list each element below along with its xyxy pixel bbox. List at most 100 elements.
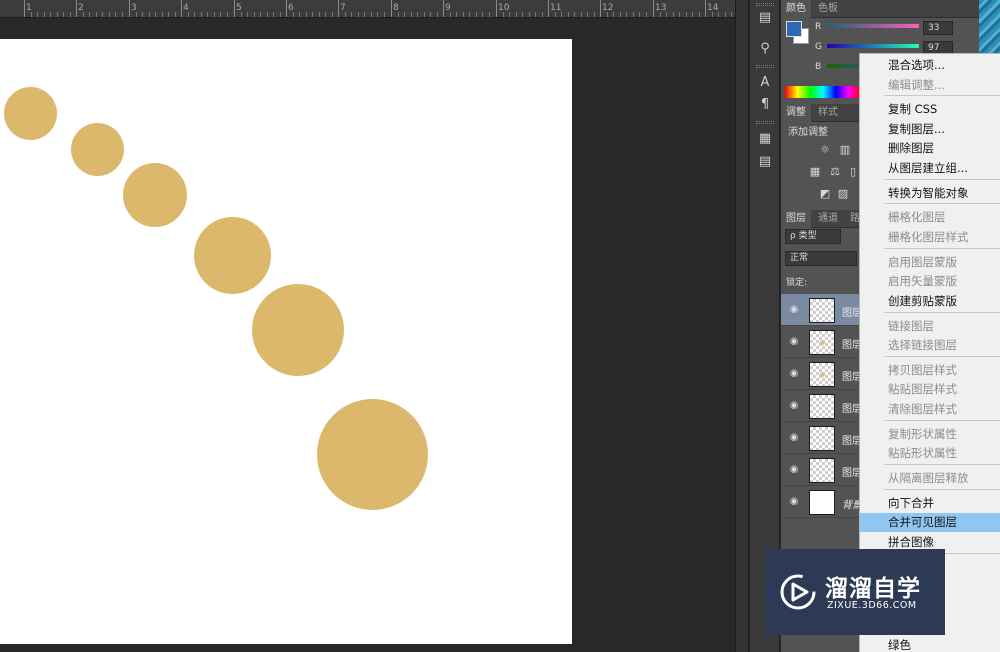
background-layer-row[interactable]: ◉ 背景	[781, 486, 862, 518]
layer-row[interactable]: ◉ 图层	[781, 454, 862, 486]
blend-mode-select[interactable]: 正常	[785, 251, 857, 266]
ruler-minor-tick	[306, 12, 307, 17]
hue-saturation-icon[interactable]: ▦	[809, 166, 821, 178]
tab-adjustments[interactable]: 调整	[781, 104, 811, 122]
menu-item[interactable]: 链接图层	[860, 317, 1000, 336]
menu-item[interactable]: 粘贴形状属性	[860, 444, 1000, 463]
menu-item[interactable]: 复制形状属性	[860, 425, 1000, 444]
layer-filter-select[interactable]: ρ 类型	[785, 229, 841, 244]
levels-icon[interactable]: ▥	[839, 144, 851, 156]
ruler-tick	[76, 0, 77, 17]
menu-item[interactable]: 创建剪贴蒙版	[860, 292, 1000, 311]
ruler-tick	[391, 0, 392, 17]
tab-color[interactable]: 颜色	[781, 0, 811, 18]
visibility-eye-icon[interactable]: ◉	[788, 336, 800, 348]
ruler-tick	[548, 0, 549, 17]
grip-handle[interactable]	[756, 121, 774, 124]
visibility-eye-icon[interactable]: ◉	[788, 304, 800, 316]
menu-item[interactable]: 选择链接图层	[860, 336, 1000, 355]
layer-thumbnail	[809, 426, 835, 451]
red-value-field[interactable]: 33	[923, 21, 953, 35]
layer-row[interactable]: ◉ 图层	[781, 294, 862, 326]
brush-presets-icon[interactable]: ▤	[756, 9, 774, 27]
menu-item[interactable]: 复制 CSS	[860, 100, 1000, 119]
ruler-minor-tick	[594, 12, 595, 17]
ruler-minor-tick	[89, 12, 90, 17]
visibility-eye-icon[interactable]: ◉	[788, 496, 800, 508]
menu-item[interactable]: 从图层建立组...	[860, 159, 1000, 178]
ruler-minor-tick	[247, 12, 248, 17]
menu-item[interactable]: 从隔离图层释放	[860, 469, 1000, 488]
layer-row[interactable]: ◉ 图层	[781, 390, 862, 422]
visibility-eye-icon[interactable]: ◉	[788, 368, 800, 380]
menu-item[interactable]: 删除图层	[860, 139, 1000, 158]
document-canvas[interactable]	[0, 39, 572, 644]
menu-item[interactable]: 复制图层...	[860, 120, 1000, 139]
ruler-tick	[181, 0, 182, 17]
ruler-minor-tick	[31, 12, 32, 17]
blue-channel-label: B	[815, 62, 822, 72]
ruler-minor-tick	[377, 12, 378, 17]
ruler-minor-tick	[122, 12, 123, 17]
menu-item[interactable]: 拷贝图层样式	[860, 361, 1000, 380]
tab-channels[interactable]: 通道	[813, 210, 843, 228]
ruler-minor-tick	[633, 12, 634, 17]
menu-item[interactable]: 清除图层样式	[860, 400, 1000, 419]
menu-item[interactable]: 向下合并	[860, 494, 1000, 513]
ruler-minor-tick	[351, 12, 352, 17]
layer-row[interactable]: ◉ 图层	[781, 422, 862, 454]
foreground-color-swatch[interactable]	[786, 21, 802, 37]
menu-item[interactable]: 栅格化图层	[860, 208, 1000, 227]
menu-item[interactable]: 编辑调整...	[860, 76, 1000, 95]
invert-icon[interactable]: ◩	[819, 188, 831, 200]
ruler-minor-tick	[712, 12, 713, 17]
ruler-minor-tick	[450, 12, 451, 17]
visibility-eye-icon[interactable]: ◉	[788, 464, 800, 476]
circle-shape-5[interactable]	[252, 284, 344, 376]
menu-item[interactable]: 转换为智能对象	[860, 184, 1000, 203]
ruler-minor-tick	[162, 12, 163, 17]
circle-shape-2[interactable]	[71, 123, 124, 176]
layer-row[interactable]: ◉ 图层	[781, 358, 862, 390]
paragraph-icon[interactable]: ¶	[756, 96, 774, 114]
menu-item[interactable]: 启用矢量蒙版	[860, 272, 1000, 291]
menu-item[interactable]: 合并可见图层	[860, 513, 1000, 532]
tab-styles[interactable]: 样式	[813, 104, 843, 122]
menu-item[interactable]: 启用图层蒙版	[860, 253, 1000, 272]
ruler-tick	[443, 0, 444, 17]
grip-handle[interactable]	[756, 3, 774, 6]
circle-shape-3[interactable]	[123, 163, 187, 227]
circle-shape-4[interactable]	[194, 217, 271, 294]
notes-icon[interactable]: ▤	[756, 153, 774, 171]
circle-shape-6[interactable]	[317, 399, 428, 510]
menu-item[interactable]: 粘贴图层样式	[860, 380, 1000, 399]
clone-source-icon[interactable]: ⚲	[756, 40, 774, 58]
visibility-eye-icon[interactable]: ◉	[788, 400, 800, 412]
properties-icon[interactable]: ▦	[756, 130, 774, 148]
ruler-minor-tick	[587, 12, 588, 17]
visibility-eye-icon[interactable]: ◉	[788, 432, 800, 444]
ruler-minor-tick	[70, 12, 71, 17]
layer-row[interactable]: ◉ 图层	[781, 326, 862, 358]
ruler-minor-tick	[686, 12, 687, 17]
red-slider[interactable]	[827, 24, 919, 28]
green-slider[interactable]	[827, 44, 919, 48]
character-icon[interactable]: A	[756, 74, 774, 92]
color-spectrum-bar[interactable]	[785, 86, 861, 98]
menu-separator	[884, 203, 1000, 204]
menu-item[interactable]: 栅格化图层样式	[860, 228, 1000, 247]
black-white-icon[interactable]: ▯	[847, 166, 859, 178]
panel-divider[interactable]	[735, 0, 749, 652]
circle-shape-1[interactable]	[4, 87, 57, 140]
menu-item[interactable]: 绿色	[860, 636, 1000, 652]
tab-layers[interactable]: 图层	[781, 210, 811, 228]
gradient-map-icon[interactable]: ▨	[837, 188, 849, 200]
menu-separator	[884, 464, 1000, 465]
ruler-minor-tick	[371, 12, 372, 17]
grip-handle[interactable]	[756, 65, 774, 68]
ruler-minor-tick	[83, 12, 84, 17]
brightness-icon[interactable]: ☼	[819, 144, 831, 156]
color-balance-icon[interactable]: ⚖	[829, 166, 841, 178]
tab-swatches[interactable]: 色板	[813, 0, 843, 18]
menu-item[interactable]: 混合选项...	[860, 56, 1000, 75]
